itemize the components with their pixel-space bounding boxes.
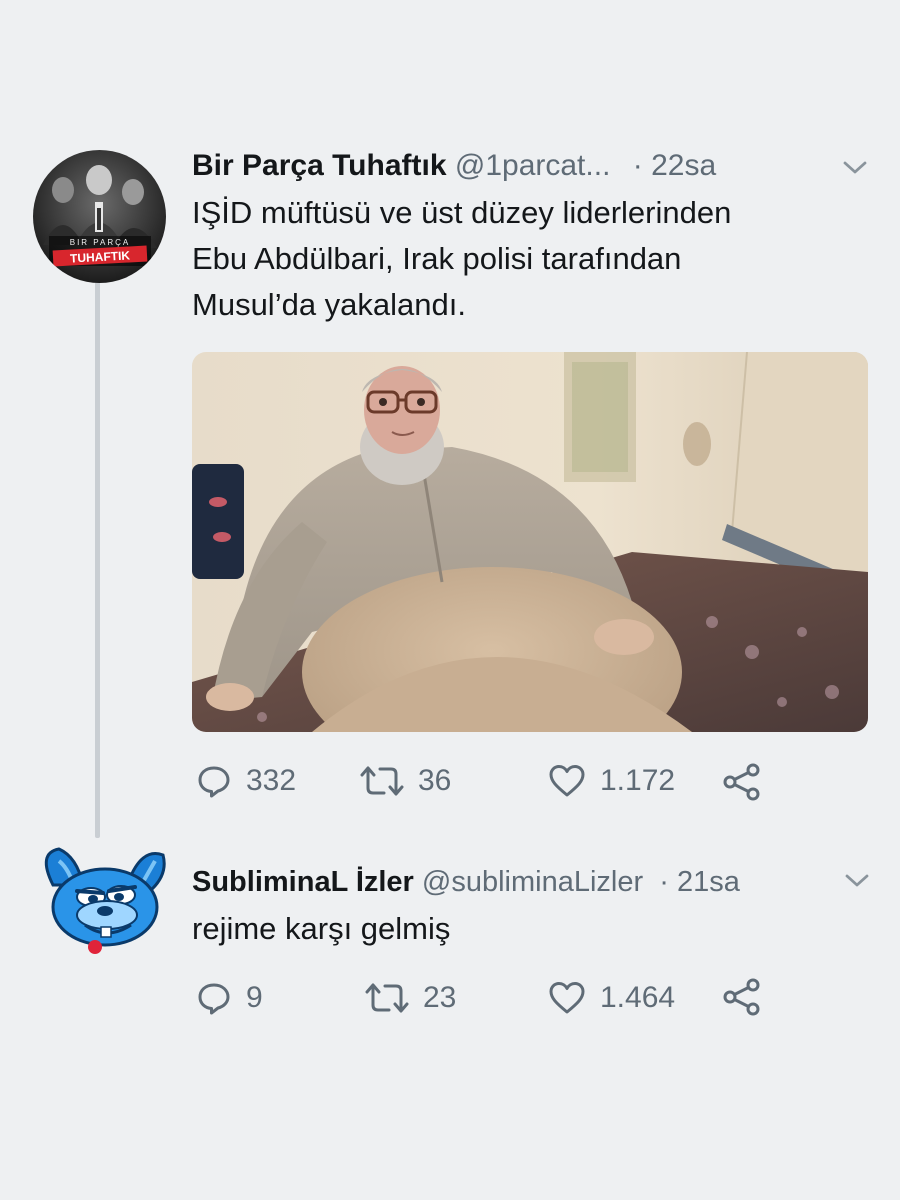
- photo-image: [192, 352, 868, 732]
- retweet-button[interactable]: 36: [360, 763, 451, 799]
- avatar[interactable]: BIR PARÇA TUHAFTIK: [33, 150, 166, 283]
- thread-connector-line: [95, 282, 100, 838]
- retweet-button[interactable]: 23: [365, 980, 456, 1016]
- share-button[interactable]: [722, 763, 762, 801]
- retweet-count: 36: [418, 764, 452, 797]
- chevron-down-icon[interactable]: [844, 873, 870, 889]
- like-count: 1.464: [600, 981, 676, 1014]
- display-name[interactable]: SubliminaL İzler: [192, 866, 414, 898]
- user-handle[interactable]: @1parcat...: [455, 149, 611, 182]
- user-handle[interactable]: @subliminaLizler: [422, 866, 643, 898]
- retweet-icon: [365, 983, 409, 1013]
- reply-icon: [198, 983, 230, 1015]
- reply-button[interactable]: 9: [196, 980, 263, 1016]
- timestamp[interactable]: 21sa: [677, 866, 740, 898]
- reply-count: 9: [246, 981, 263, 1014]
- timestamp[interactable]: 22sa: [651, 149, 716, 182]
- tweet-photo[interactable]: [192, 352, 868, 732]
- share-button[interactable]: [722, 978, 762, 1016]
- reply-button[interactable]: 332: [196, 763, 296, 799]
- tweet-text: IŞİD müftüsü ve üst düzey liderlerinden …: [192, 190, 731, 328]
- separator-dot: ·: [632, 149, 643, 182]
- display-name[interactable]: Bir Parça Tuhaftık: [192, 149, 447, 182]
- reply-count: 332: [246, 764, 297, 797]
- tweet-text-line: Musul’da yakalandı.: [192, 287, 466, 322]
- chevron-down-icon[interactable]: [842, 160, 868, 176]
- reply-icon: [198, 766, 230, 798]
- avatar-image: BIR PARÇA TUHAFTIK: [33, 150, 166, 283]
- retweet-count: 23: [423, 981, 457, 1014]
- avatar-image: [44, 847, 166, 954]
- tweet-text-line: Ebu Abdülbari, Irak polisi tarafından: [192, 241, 682, 276]
- heart-icon: [549, 982, 585, 1014]
- share-icon: [723, 978, 760, 1016]
- like-button[interactable]: 1.464: [548, 980, 675, 1016]
- tweet-text-line: IŞİD müftüsü ve üst düzey liderlerinden: [192, 195, 732, 230]
- share-icon: [723, 763, 760, 801]
- tweet-text: rejime karşı gelmiş: [192, 911, 451, 946]
- like-count: 1.172: [600, 764, 676, 797]
- svg-text:BIR PARÇA: BIR PARÇA: [70, 238, 131, 247]
- heart-icon: [549, 765, 585, 797]
- tweet-header: Bir Parça Tuhaftık @1parcat... · 22sa: [192, 148, 716, 184]
- retweet-icon: [360, 766, 404, 796]
- tweet-header: SubliminaL İzler @subliminaLizler · 21sa: [192, 864, 740, 900]
- like-button[interactable]: 1.172: [548, 763, 675, 799]
- avatar[interactable]: [33, 845, 173, 960]
- separator-dot: ·: [659, 866, 669, 898]
